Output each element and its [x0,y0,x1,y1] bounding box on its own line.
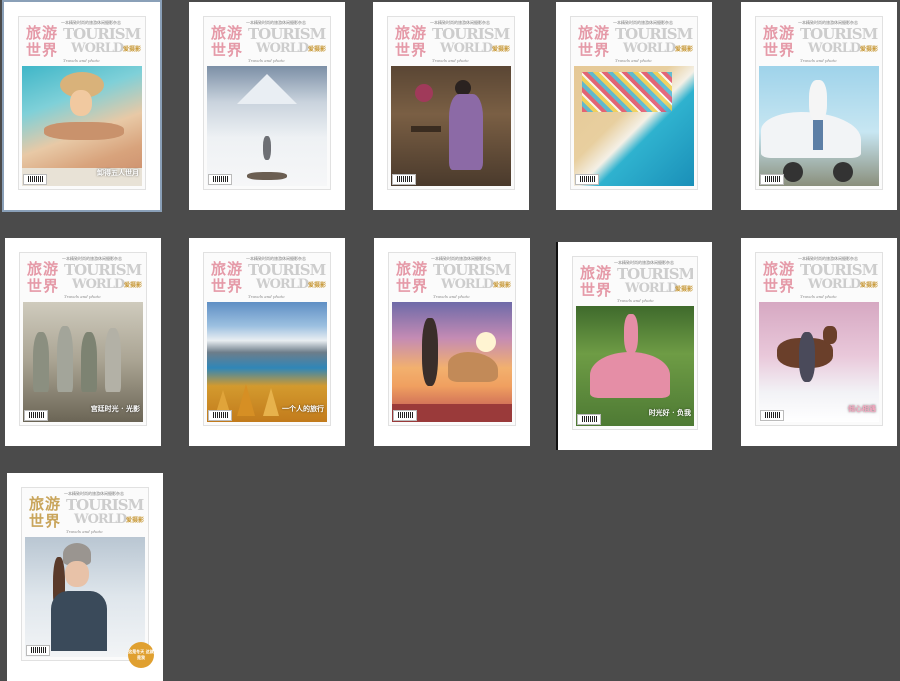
cover-english-title-line2: WORLD [808,41,861,56]
cover-chinese-title: 旅游世界 [210,24,243,59]
cover-headline: 宫廷时光 · 光影 [90,404,140,413]
cover-english-title-line2: WORLD [256,277,309,292]
barcode [23,174,47,185]
cover-chinese-title: 旅游世界 [394,24,427,59]
magazine-thumbnail[interactable]: 一本精致时尚的旅游休闲摄影杂志 旅游世界 TOURISM WORLD 爱摄影 T… [556,242,712,450]
magazine-cover: 一本精致时尚的旅游休闲摄影杂志 旅游世界 TOURISM WORLD 爱摄影 T… [387,16,515,190]
cover-brand: 爱摄影 [307,46,326,53]
cover-photo [207,66,327,186]
magazine-thumbnail[interactable]: 一本精致时尚的旅游休闲摄影杂志 旅游世界 TOURISM WORLD 爱摄影 T… [2,0,162,212]
cover-script: Travels and photo [800,58,837,63]
magazine-cover: 一本精致时尚的旅游休闲摄影杂志 旅游世界 TOURISM WORLD 爱摄影 T… [203,252,331,426]
magazine-thumbnail[interactable]: 一本精致时尚的旅游休闲摄影杂志 旅游世界 TOURISM WORLD 爱摄影 T… [7,473,163,681]
cover-headline: 一个人的旅行 [282,404,324,413]
cover-headline: 时光好 · 负我 [648,408,691,417]
cover-script: Travels and photo [64,294,101,299]
cover-headline: 倾心相遇 [848,404,876,413]
barcode [392,174,416,185]
cover-photo [391,66,511,186]
magazine-thumbnail[interactable]: 一本精致时尚的旅游休闲摄影杂志 旅游世界 TOURISM WORLD 爱摄影 T… [374,238,530,446]
magazine-cover: 一本精致时尚的旅游休闲摄影杂志 旅游世界 TOURISM WORLD 爱摄影 T… [572,256,698,430]
cover-chinese-title: 旅游世界 [28,495,61,530]
barcode [760,410,784,421]
cover-chinese-title: 旅游世界 [762,260,795,295]
cover-script: Travels and photo [432,58,469,63]
cover-chinese-title: 旅游世界 [395,260,428,295]
cover-brand: 爱摄影 [859,46,878,53]
magazine-thumbnail[interactable]: 一本精致时尚的旅游休闲摄影杂志 旅游世界 TOURISM WORLD 爱摄影 T… [741,2,897,210]
barcode [208,174,232,185]
magazine-thumbnail[interactable]: 一本精致时尚的旅游休闲摄影杂志 旅游世界 TOURISM WORLD 爱摄影 T… [189,2,345,210]
cover-english-title-line2: WORLD [440,41,493,56]
cover-script: Travels and photo [66,529,103,534]
magazine-thumbnail[interactable]: 一本精致时尚的旅游休闲摄影杂志 旅游世界 TOURISM WORLD 爱摄影 T… [5,238,161,446]
cover-brand: 爱摄影 [859,282,878,289]
cover-english-title-line2: WORLD [625,281,678,296]
cover-brand: 爱摄影 [123,282,142,289]
magazine-cover: 一本精致时尚的旅游休闲摄影杂志 旅游世界 TOURISM WORLD 爱摄影 T… [570,16,698,190]
cover-brand: 爱摄影 [491,46,510,53]
cover-chinese-title: 旅游世界 [26,260,59,295]
cover-script: Travels and photo [63,58,100,63]
magazine-cover: 一本精致时尚的旅游休闲摄影杂志 旅游世界 TOURISM WORLD 爱摄影 T… [18,16,146,190]
cover-script: Travels and photo [433,294,470,299]
cover-chinese-title: 旅游世界 [210,260,243,295]
magazine-thumbnail[interactable]: 一本精致时尚的旅游休闲摄影杂志 旅游世界 TOURISM WORLD 爱摄影 T… [373,2,529,210]
cover-english-title-line2: WORLD [256,41,309,56]
magazine-thumbnail[interactable]: 一本精致时尚的旅游休闲摄影杂志 旅游世界 TOURISM WORLD 爱摄影 T… [189,238,345,446]
cover-brand: 爱摄影 [492,282,511,289]
magazine-cover: 一本精致时尚的旅游休闲摄影杂志 旅游世界 TOURISM WORLD 爱摄影 T… [203,16,331,190]
cover-script: Travels and photo [248,294,285,299]
cover-chinese-title: 旅游世界 [762,24,795,59]
barcode [24,410,48,421]
barcode [577,414,601,425]
cover-badge: 这是冬天 这就是我 [128,642,154,668]
cover-photo [759,66,879,186]
cover-english-title-line2: WORLD [623,41,676,56]
cover-chinese-title: 旅游世界 [579,264,612,299]
magazine-cover: 一本精致时尚的旅游休闲摄影杂志 旅游世界 TOURISM WORLD 爱摄影 T… [755,252,883,426]
cover-photo [392,302,512,422]
cover-brand: 爱摄影 [674,286,693,293]
cover-brand: 爱摄影 [125,517,144,524]
cover-script: Travels and photo [248,58,285,63]
magazine-cover: 一本精致时尚的旅游休闲摄影杂志 旅游世界 TOURISM WORLD 爱摄影 T… [21,487,154,668]
cover-script: Travels and photo [617,298,654,303]
barcode [393,410,417,421]
cover-chinese-title: 旅游世界 [25,24,58,59]
cover-photo [574,66,694,186]
cover-brand: 爱摄影 [674,46,693,53]
cover-english-title-line2: WORLD [72,277,125,292]
barcode [575,174,599,185]
cover-brand: 爱摄影 [122,46,141,53]
magazine-thumbnail[interactable]: 一本精致时尚的旅游休闲摄影杂志 旅游世界 TOURISM WORLD 爱摄影 T… [556,2,712,210]
cover-script: Travels and photo [615,58,652,63]
cover-brand: 爱摄影 [307,282,326,289]
cover-chinese-title: 旅游世界 [577,24,610,59]
magazine-cover: 一本精致时尚的旅游休闲摄影杂志 旅游世界 TOURISM WORLD 爱摄影 T… [755,16,883,190]
barcode [26,645,50,656]
cover-headline: 卸得五人世月 [97,168,139,177]
cover-english-title-line2: WORLD [441,277,494,292]
cover-english-title-line2: WORLD [74,512,127,527]
magazine-thumbnail[interactable]: 一本精致时尚的旅游休闲摄影杂志 旅游世界 TOURISM WORLD 爱摄影 T… [741,238,897,446]
barcode [208,410,232,421]
magazine-cover: 一本精致时尚的旅游休闲摄影杂志 旅游世界 TOURISM WORLD 爱摄影 T… [388,252,516,426]
cover-english-title-line2: WORLD [808,277,861,292]
cover-script: Travels and photo [800,294,837,299]
cover-english-title-line2: WORLD [71,41,124,56]
magazine-cover: 一本精致时尚的旅游休闲摄影杂志 旅游世界 TOURISM WORLD 爱摄影 T… [19,252,147,426]
barcode [760,174,784,185]
cover-photo [25,537,145,657]
